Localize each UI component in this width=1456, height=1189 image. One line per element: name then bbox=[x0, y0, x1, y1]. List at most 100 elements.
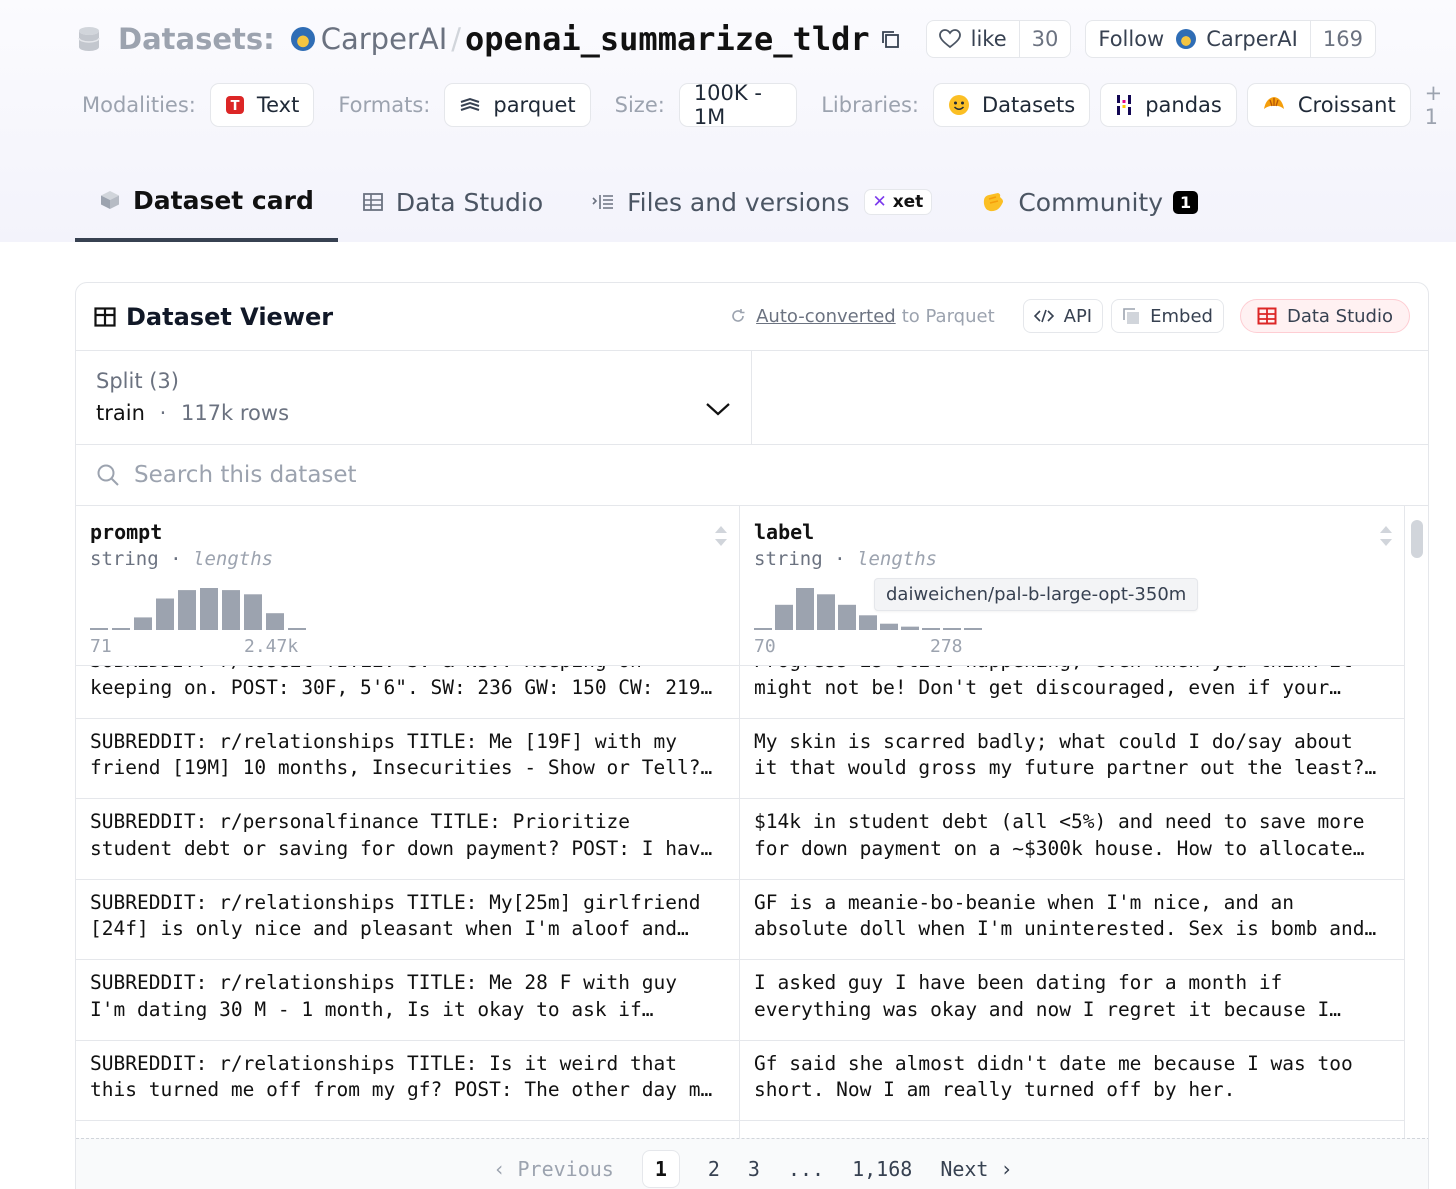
follow-button[interactable]: Follow CarperAI 169 bbox=[1085, 20, 1376, 58]
carperai-logo-icon bbox=[290, 27, 315, 51]
page-button[interactable]: 2 bbox=[708, 1157, 720, 1181]
follow-label: Follow bbox=[1098, 27, 1165, 51]
column-type: string · lengths bbox=[90, 548, 725, 570]
tag-library-pandas[interactable]: pandas bbox=[1100, 83, 1237, 127]
label-cell[interactable]: GF is a meanie-bo-beanie when I'm nice, … bbox=[740, 879, 1405, 959]
prompt-cell[interactable]: SUBREDDIT: r/personalfinance TITLE: Prio… bbox=[76, 799, 740, 879]
label-cell[interactable]: Gf said she almost didn't date me becaus… bbox=[740, 1040, 1405, 1120]
split-rows: 117k rows bbox=[180, 401, 290, 425]
libraries-label: Libraries: bbox=[821, 93, 920, 117]
tag-modality-text[interactable]: T Text bbox=[209, 83, 315, 127]
previous-label: Previous bbox=[517, 1156, 614, 1181]
data-studio-label: Data Studio bbox=[1286, 305, 1393, 327]
column-type-label: string bbox=[90, 548, 159, 570]
tag-library-croissant[interactable]: Croissant bbox=[1246, 83, 1411, 127]
histogram-bar bbox=[244, 594, 262, 630]
like-button[interactable]: like 30 bbox=[925, 20, 1072, 58]
label-cell[interactable]: I asked guy I have been dating for a mon… bbox=[740, 960, 1405, 1040]
column-stat-label: lengths bbox=[193, 548, 274, 570]
modality-label: Text bbox=[256, 93, 300, 117]
viewer-header: Dataset Viewer Auto-converted to Parquet… bbox=[76, 283, 1428, 351]
org-link[interactable]: CarperAI bbox=[290, 22, 448, 56]
page-button[interactable]: 1 bbox=[641, 1149, 680, 1188]
histogram-bar bbox=[859, 615, 877, 630]
data-studio-button[interactable]: Data Studio bbox=[1239, 299, 1410, 333]
table-scrollbar[interactable] bbox=[1410, 518, 1424, 1138]
viewer-actions: Auto-converted to Parquet API Embed Data… bbox=[730, 299, 1410, 333]
org-name[interactable]: CarperAI bbox=[321, 22, 448, 56]
label-cell[interactable] bbox=[740, 1121, 1405, 1138]
library-label: Croissant bbox=[1297, 93, 1396, 117]
api-button[interactable]: API bbox=[1022, 299, 1104, 333]
column-header-prompt[interactable]: prompt string · lengths 71 2.47k bbox=[76, 506, 740, 666]
file-tree-icon bbox=[591, 192, 615, 212]
tag-size[interactable]: 100K - 1M bbox=[678, 81, 798, 129]
tab-dataset-card[interactable]: Dataset card bbox=[75, 174, 338, 242]
histogram-bar bbox=[880, 623, 898, 630]
histogram-bar bbox=[817, 594, 835, 630]
hugging-face-icon bbox=[948, 94, 970, 116]
prompt-cell[interactable]: SUBREDDIT: r/relationships TITLE: Me 28 … bbox=[76, 960, 740, 1040]
sort-icon[interactable] bbox=[713, 524, 729, 548]
repo-tabs: Dataset card Data Studio Files and versi… bbox=[75, 174, 1222, 242]
label-cell[interactable]: My skin is scarred badly; what could I d… bbox=[740, 718, 1405, 798]
heart-icon bbox=[938, 29, 961, 49]
search-input[interactable] bbox=[134, 462, 734, 488]
table-row[interactable]: SUBREDDIT: r/relationships TITLE: Me [19… bbox=[76, 718, 1405, 799]
size-value: 100K - 1M bbox=[693, 81, 762, 129]
tab-label: Files and versions bbox=[627, 187, 850, 217]
embed-button[interactable]: Embed bbox=[1111, 299, 1224, 333]
prompt-cell[interactable]: SUBREDDIT: r/relationships TITLE: Me [19… bbox=[76, 718, 740, 798]
page-button[interactable]: 3 bbox=[748, 1157, 760, 1181]
table-row[interactable]: SUBREDDIT: r/relationships TITLE: Is it … bbox=[76, 1040, 1405, 1121]
parquet-icon bbox=[459, 97, 481, 113]
tags-row: Modalities: T Text Formats: parquet Size… bbox=[82, 81, 1456, 129]
histogram-bar bbox=[112, 628, 130, 630]
sort-icon[interactable] bbox=[1378, 524, 1394, 548]
split-selector[interactable]: Split (3) train · 117k rows bbox=[76, 351, 752, 444]
histogram-bar bbox=[943, 628, 961, 630]
tag-library-datasets[interactable]: Datasets bbox=[933, 83, 1091, 127]
auto-converted-link[interactable]: Auto-converted bbox=[756, 306, 896, 327]
refresh-icon bbox=[732, 309, 745, 322]
tab-community[interactable]: Community 1 bbox=[956, 174, 1222, 230]
histogram-bar bbox=[922, 628, 940, 630]
tab-data-studio[interactable]: Data Studio bbox=[338, 174, 567, 230]
chevron-down-icon[interactable] bbox=[705, 401, 731, 417]
title-row: Datasets: CarperAI / openai_summarize_tl… bbox=[78, 18, 1390, 60]
histogram-bar bbox=[156, 598, 174, 630]
label-cell[interactable]: $14k in student debt (all <5%) and need … bbox=[740, 799, 1405, 879]
more-libraries-link[interactable]: + 1 bbox=[1425, 81, 1456, 129]
library-label: Datasets bbox=[982, 93, 1076, 117]
tab-label: Data Studio bbox=[395, 187, 544, 217]
prompt-cell[interactable]: SUBREDDIT: r/relationships TITLE: Is it … bbox=[76, 1040, 740, 1120]
column-type-label: string bbox=[754, 548, 823, 570]
histogram-bar bbox=[754, 628, 772, 630]
table-row[interactable]: SUBREDDIT: r/relationships TITLE: My[25m… bbox=[76, 879, 1405, 960]
embed-label: Embed bbox=[1150, 305, 1213, 327]
auto-converted-rest: to Parquet bbox=[901, 305, 995, 327]
table-row[interactable]: SUBREDDIT: r/relationships TITLE: Me 28 … bbox=[76, 960, 1405, 1041]
histogram-bar bbox=[178, 590, 196, 630]
prompt-cell[interactable] bbox=[76, 1121, 740, 1138]
section-label[interactable]: Datasets: bbox=[118, 22, 275, 56]
embed-icon bbox=[1122, 307, 1140, 325]
table-row[interactable]: SUBREDDIT: r/personalfinance TITLE: Prio… bbox=[76, 799, 1405, 880]
repo-name[interactable]: openai_summarize_tldr bbox=[465, 20, 870, 58]
page-button-last[interactable]: 1,168 bbox=[852, 1157, 912, 1181]
next-page-button[interactable]: Next › bbox=[940, 1157, 1012, 1181]
svg-text:T: T bbox=[230, 99, 239, 114]
tag-format-parquet[interactable]: parquet bbox=[444, 83, 591, 127]
scrollbar-thumb[interactable] bbox=[1411, 520, 1423, 558]
table-icon bbox=[362, 192, 384, 212]
prompt-cell[interactable]: SUBREDDIT: r/relationships TITLE: My[25m… bbox=[76, 879, 740, 959]
table-row[interactable] bbox=[76, 1121, 1405, 1138]
previous-page-button[interactable]: ‹ Previous bbox=[493, 1157, 613, 1181]
viewer-title-text: Dataset Viewer bbox=[126, 302, 334, 331]
column-type-sep: · bbox=[834, 548, 846, 570]
copy-icon[interactable] bbox=[880, 29, 900, 49]
follow-count: 169 bbox=[1309, 21, 1375, 57]
auto-converted-note: Auto-converted to Parquet bbox=[730, 306, 995, 327]
tab-files-and-versions[interactable]: Files and versions ✕ xet bbox=[567, 174, 956, 230]
histogram-bar bbox=[134, 617, 152, 630]
